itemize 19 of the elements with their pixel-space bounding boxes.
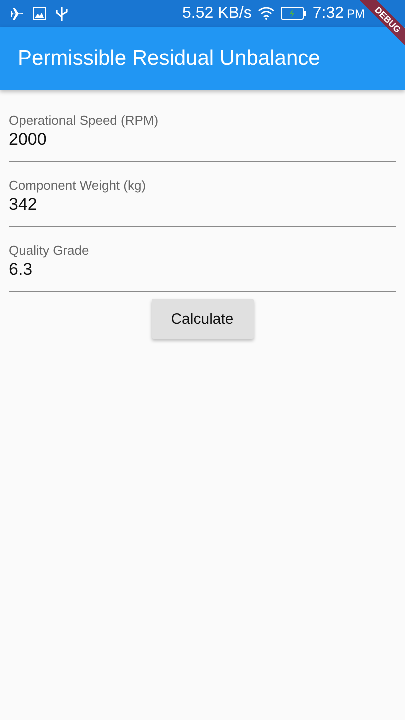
calculate-button[interactable]: Calculate	[152, 299, 254, 339]
text-field[interactable]: Quality Grade 6.3	[9, 235, 396, 292]
field-value: 342	[9, 195, 38, 215]
text-field[interactable]: Component Weight (kg) 342	[9, 170, 396, 227]
clock-time: 7:32	[312, 4, 344, 22]
field-label: Quality Grade	[9, 243, 90, 258]
image-icon	[33, 7, 46, 20]
network-speed: 5.52 KB/s	[182, 4, 252, 22]
usb-icon	[55, 6, 69, 22]
text-field[interactable]: Operational Speed (RPM) 2000	[9, 105, 396, 162]
field-value: 6.3	[9, 260, 34, 280]
battery-icon	[280, 7, 307, 20]
clock-ampm: PM	[347, 6, 365, 20]
airplane-icon	[10, 6, 24, 20]
field-value: 2000	[9, 130, 48, 150]
app-title: Permissible Residual Unbalance	[18, 46, 320, 70]
wifi-icon	[258, 7, 275, 20]
field-label: Component Weight (kg)	[9, 178, 148, 193]
field-label: Operational Speed (RPM)	[9, 113, 160, 128]
